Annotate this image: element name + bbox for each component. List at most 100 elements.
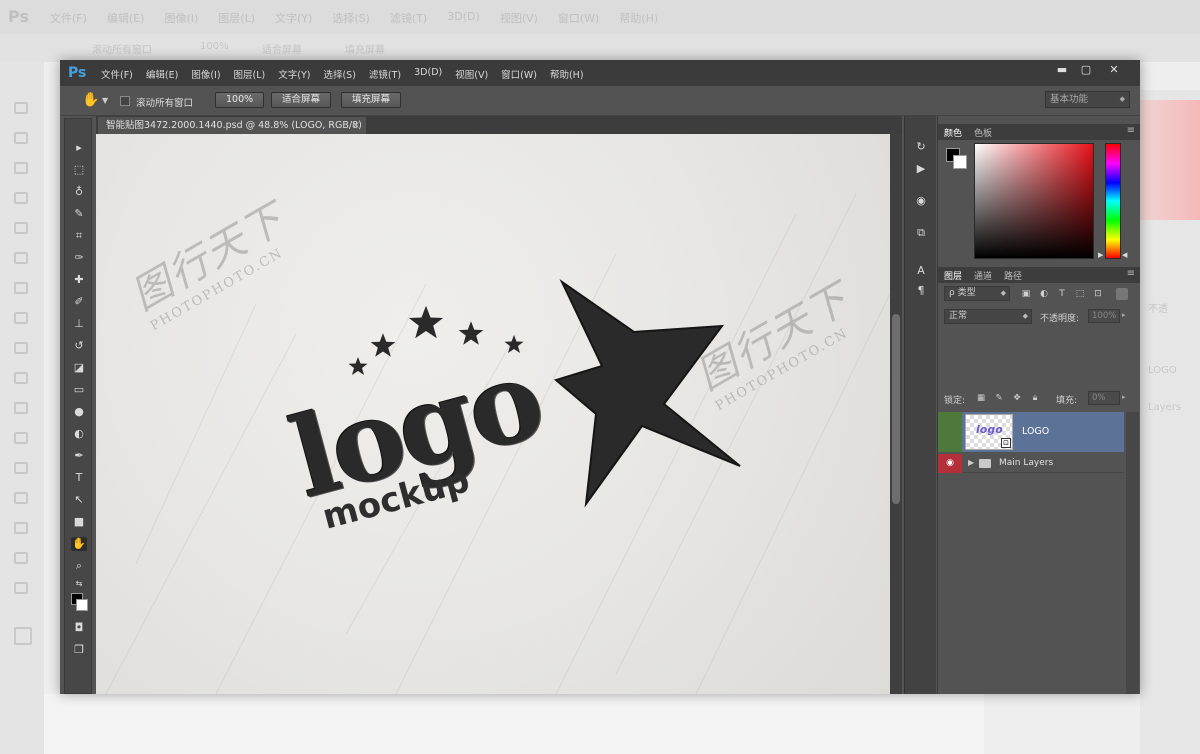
document-canvas[interactable]: 图行天下 PHOTOPHOTO.CN 图行天下 PHOTOPHOTO.CN lo…: [96, 134, 890, 694]
lock-position-icon[interactable]: ✥: [1012, 393, 1022, 403]
background-swatch[interactable]: [76, 599, 88, 611]
menu-3d[interactable]: 3D(D): [414, 67, 442, 81]
eraser-tool-icon[interactable]: ◪: [71, 361, 87, 375]
scrollbar-thumb[interactable]: [892, 314, 900, 504]
layer-row-logo[interactable]: logo ⊡ LOGO: [938, 412, 1124, 452]
tab-paths[interactable]: 路径: [1004, 269, 1022, 282]
menu-select[interactable]: 选择(S): [323, 67, 355, 81]
small-star-icon: [348, 357, 368, 375]
menu-window[interactable]: 窗口(W): [501, 67, 537, 81]
quick-select-tool-icon[interactable]: ✎: [71, 207, 87, 221]
opacity-arrow-icon[interactable]: ▸: [1122, 311, 1126, 319]
gradient-tool-icon[interactable]: ▭: [71, 383, 87, 397]
menu-image[interactable]: 图像(I): [191, 67, 220, 81]
expand-caret-icon[interactable]: ▶: [968, 458, 974, 467]
menu-filter[interactable]: 滤镜(T): [369, 67, 401, 81]
workspace-select[interactable]: 基本功能 ◆: [1045, 91, 1130, 108]
color-background-swatch[interactable]: [953, 155, 967, 169]
lasso-tool-icon[interactable]: ♁: [71, 185, 87, 199]
fill-field[interactable]: 0%: [1088, 391, 1120, 405]
path-select-tool-icon[interactable]: ↖: [71, 493, 87, 507]
zoom-100-button[interactable]: 100%: [215, 92, 265, 108]
zoom-tool-icon[interactable]: ⌕: [71, 559, 87, 573]
hue-marker-left-icon: ▶: [1098, 251, 1104, 259]
hue-slider[interactable]: [1105, 143, 1121, 259]
blend-mode-select[interactable]: 正常 ◆: [944, 309, 1032, 324]
layer-thumbnail: logo ⊡: [965, 414, 1013, 450]
document-tab[interactable]: 智能贴图3472.2000.1440.psd @ 48.8% (LOGO, RG…: [98, 117, 366, 134]
character-panel-icon[interactable]: A: [914, 264, 928, 278]
maximize-button[interactable]: ▢: [1074, 63, 1098, 77]
panel-menu-icon[interactable]: ≡: [1127, 268, 1135, 279]
adjustments-panel-icon[interactable]: ⧉: [914, 226, 928, 240]
screen-mode-icon[interactable]: ❐: [71, 643, 87, 657]
lock-pixels-icon[interactable]: ✎: [994, 393, 1004, 403]
actions-play-icon[interactable]: ▶: [914, 162, 928, 176]
eyedropper-tool-icon[interactable]: ✑: [71, 251, 87, 265]
paragraph-panel-icon[interactable]: ¶: [914, 284, 928, 298]
filter-smart-object-icon[interactable]: ⊡: [1092, 288, 1104, 300]
type-tool-icon[interactable]: T: [71, 471, 87, 485]
crop-tool-icon[interactable]: ⌗: [71, 229, 87, 243]
filter-pixel-icon[interactable]: ▣: [1020, 288, 1032, 300]
color-picker-field[interactable]: [974, 143, 1094, 259]
chevron-down-icon: ◆: [1022, 312, 1028, 320]
rectangle-tool-icon[interactable]: ■: [71, 515, 87, 529]
marquee-tool-icon[interactable]: ⬚: [71, 163, 87, 177]
layers-scrollbar[interactable]: [1126, 412, 1139, 694]
menu-help[interactable]: 帮助(H): [550, 67, 584, 81]
tab-close-icon[interactable]: ×: [352, 117, 360, 134]
fit-screen-button[interactable]: 适合屏幕: [271, 92, 332, 108]
filter-type-icon[interactable]: T: [1056, 288, 1068, 300]
eye-icon[interactable]: ◉: [938, 454, 962, 473]
layer-filter-select[interactable]: ρ 类型 ◆: [944, 286, 1010, 301]
background-tool-icon: [14, 582, 28, 594]
fill-arrow-icon[interactable]: ▸: [1122, 393, 1126, 401]
pen-tool-icon[interactable]: ✒: [71, 449, 87, 463]
blur-tool-icon[interactable]: ●: [71, 405, 87, 419]
tab-channels[interactable]: 通道: [974, 269, 992, 282]
canvas-area[interactable]: 图行天下 PHOTOPHOTO.CN 图行天下 PHOTOPHOTO.CN lo…: [96, 134, 902, 694]
move-tool-icon[interactable]: ▸: [71, 141, 87, 155]
opacity-field[interactable]: 100%: [1088, 309, 1120, 323]
filter-adjustment-icon[interactable]: ◐: [1038, 288, 1050, 300]
fill-screen-button[interactable]: 填充屏幕: [341, 92, 402, 108]
lock-transparent-icon[interactable]: ▦: [976, 393, 986, 403]
tab-color[interactable]: 颜色: [944, 126, 962, 139]
hand-tool-icon[interactable]: ✋: [82, 92, 99, 108]
tab-layers[interactable]: 图层: [944, 269, 962, 282]
filter-shape-icon[interactable]: ⬚: [1074, 288, 1086, 300]
history-panel-icon[interactable]: ↻: [914, 140, 928, 154]
background-menu-item: 编辑(E): [106, 12, 145, 25]
tool-preset-caret-icon[interactable]: ▼: [102, 96, 108, 105]
panel-menu-icon[interactable]: ≡: [1127, 125, 1135, 136]
dodge-tool-icon[interactable]: ◐: [71, 427, 87, 441]
brush-tool-icon[interactable]: ✐: [71, 295, 87, 309]
healing-brush-tool-icon[interactable]: ✚: [71, 273, 87, 287]
menu-type[interactable]: 文字(Y): [278, 67, 310, 81]
lock-all-icon[interactable]: 🔒︎: [1030, 393, 1040, 403]
background-tool-icon: [14, 252, 28, 264]
filter-toggle-icon[interactable]: [1116, 288, 1128, 300]
minimize-button[interactable]: ▬: [1050, 63, 1074, 77]
quick-mask-icon[interactable]: ◘: [71, 621, 87, 635]
fill-label: 填充:: [1056, 396, 1078, 406]
menu-file[interactable]: 文件(F): [101, 67, 133, 81]
canvas-vertical-scrollbar[interactable]: [890, 134, 902, 694]
menu-view[interactable]: 视图(V): [455, 67, 488, 81]
opacity-label: 不透明度:: [1040, 314, 1080, 324]
lock-label: 锁定:: [944, 396, 966, 406]
tab-swatches[interactable]: 色板: [974, 126, 992, 139]
stamp-tool-icon[interactable]: ⊥: [71, 317, 87, 331]
history-brush-tool-icon[interactable]: ↺: [71, 339, 87, 353]
close-button[interactable]: ✕: [1102, 63, 1126, 77]
layer-row-main-layers[interactable]: ◉ ▶ Main Layers: [938, 454, 1124, 473]
chevron-down-icon: ◆: [1000, 289, 1006, 297]
layer-visibility-toggle[interactable]: [938, 412, 962, 452]
properties-panel-icon[interactable]: ◉: [914, 194, 928, 208]
hand-tool-active-icon[interactable]: ✋: [71, 537, 87, 551]
swap-colors-icon[interactable]: ⇆: [71, 577, 87, 591]
menu-layer[interactable]: 图层(L): [234, 67, 266, 81]
menu-edit[interactable]: 编辑(E): [146, 67, 178, 81]
scroll-all-windows-checkbox[interactable]: [120, 96, 130, 106]
